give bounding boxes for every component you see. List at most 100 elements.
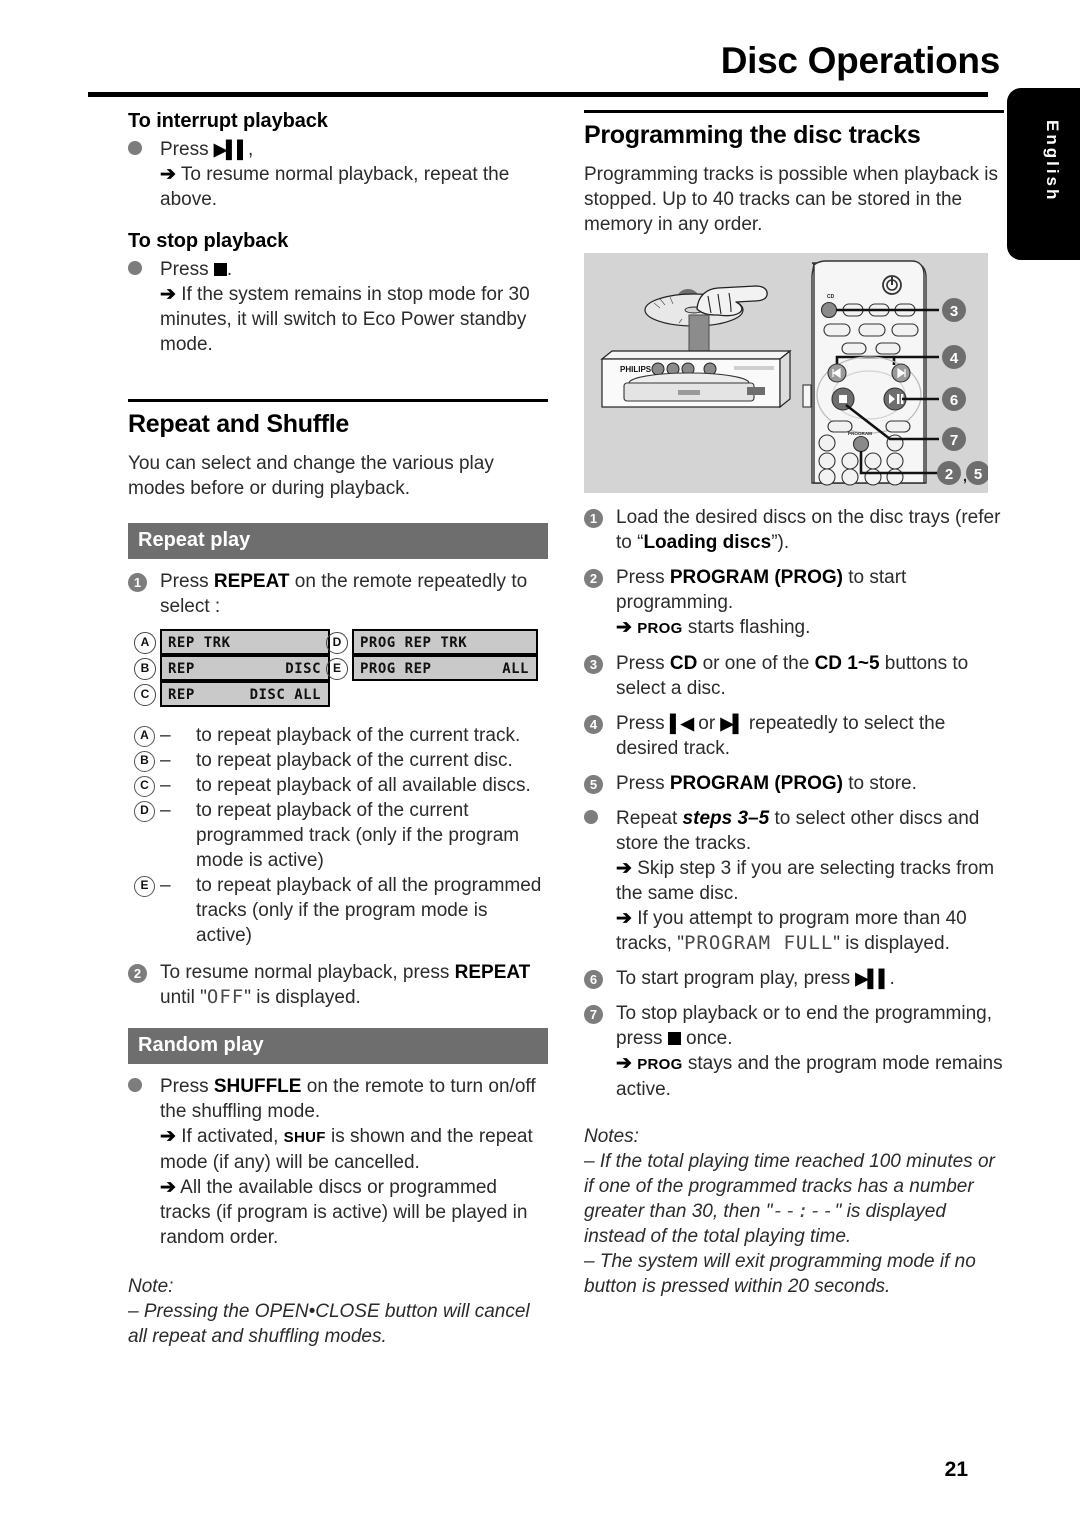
repeat-step2-mid: until " [160, 987, 207, 1008]
step6-post: . [889, 968, 895, 989]
stop-icon [667, 1032, 681, 1045]
display-box-e: PROG REP ALL [352, 655, 538, 681]
program-step-1: 1 Load the desired discs on the disc tra… [584, 505, 1004, 555]
desc-text-b: to repeat playback of the current disc. [196, 750, 513, 771]
display-e-left: PROG REP [360, 661, 432, 677]
step1-post: ”). [771, 532, 790, 553]
display-box-d: PROG REP TRK [352, 629, 538, 655]
arrow-icon: ➔ [616, 1053, 632, 1074]
left-column: To interrupt playback Press ▶▌▌, ➔ To re… [128, 110, 548, 1349]
program-button-name: PROGRAM (PROG) [669, 773, 843, 794]
header-divider [88, 92, 988, 97]
lcd-dashes-text: --:-- [772, 1200, 835, 1222]
repeat-desc-d: D – to repeat playback of the current pr… [128, 798, 548, 873]
programming-illustration: 1 PHILIPS [584, 253, 990, 493]
repeat-desc-e: E – to repeat playback of all the progra… [128, 873, 548, 948]
display-tag-b: B [134, 658, 156, 680]
step-number-icon: 1 [584, 509, 603, 528]
repeat-shuffle-heading: Repeat and Shuffle [128, 410, 350, 438]
lcd-program-full-text: PROGRAM FULL [683, 932, 834, 954]
display-examples: A REP TRK B REP DISC C REP DISC ALL D PR… [128, 629, 548, 709]
stop-press-label: Press [160, 259, 209, 280]
stop-press-suffix: . [226, 259, 233, 280]
display-box-b: REP DISC [160, 655, 330, 681]
step5-pre: Press [616, 773, 670, 794]
bullet-icon [128, 261, 142, 280]
random-play-bar: Random play [128, 1028, 548, 1064]
repeat-step2-pre: To resume normal playback, press [160, 962, 455, 983]
stop-step: Press . ➔ If the system remains in stop … [128, 257, 548, 357]
shuffle-pre: Press [160, 1076, 214, 1097]
svg-text:4: 4 [950, 350, 959, 367]
repeat-mode-descriptions: A – to repeat playback of the current tr… [128, 723, 548, 948]
svg-text:7: 7 [950, 432, 958, 449]
right-column: Programming the disc tracks Programming … [584, 110, 1004, 247]
dash-icon: – [160, 750, 171, 771]
cd-button-name: CD [669, 653, 698, 674]
stop-icon [213, 263, 227, 276]
play-pause-icon: ▶▌▌ [855, 969, 890, 988]
step2-arrow-post: starts flashing. [682, 617, 811, 638]
shuffle-note1-pre: If activated, [181, 1126, 284, 1147]
svg-text:6: 6 [950, 392, 958, 409]
display-tag-a: A [134, 632, 156, 654]
desc-text-e: to repeat playback of all the programmed… [196, 875, 542, 946]
programming-steps: 1 Load the desired discs on the disc tra… [584, 505, 1004, 1299]
display-tag-e: E [326, 658, 348, 680]
step-number-icon: 3 [584, 655, 603, 674]
step-number-icon: 2 [128, 964, 147, 983]
interrupt-step: Press ▶▌▌, ➔ To resume normal playback, … [128, 137, 548, 212]
svg-text:5: 5 [974, 466, 982, 483]
step4-mid: or [692, 713, 721, 734]
section-divider [128, 399, 548, 402]
repeat-step2-post: " is displayed. [244, 987, 361, 1008]
svg-text:3: 3 [950, 303, 958, 320]
display-a-left: REP TRK [168, 635, 231, 651]
desc-tag-b: B [134, 751, 155, 772]
program-step-3: 3 Press CD or one of the CD 1~5 buttons … [584, 651, 1004, 701]
arrow-icon: ➔ [160, 284, 176, 305]
cd-range-name: CD 1~5 [814, 653, 880, 674]
shuf-indicator-label: SHUF [283, 1129, 326, 1146]
interrupt-press-suffix: , [248, 139, 254, 160]
next-track-icon: ▶▌ [720, 714, 744, 733]
step-number-icon: 4 [584, 715, 603, 734]
step-number-icon: 5 [584, 775, 603, 794]
repeat-shuffle-intro: You can select and change the various pl… [128, 453, 494, 499]
repeat-bullet-arrow2-post: " is displayed. [833, 933, 950, 954]
programming-heading: Programming the disc tracks [584, 121, 921, 149]
repeat-button-name: REPEAT [213, 571, 290, 592]
desc-tag-e: E [134, 876, 155, 897]
interrupt-arrow-note: To resume normal playback, repeat the ab… [160, 164, 510, 210]
section-divider [584, 110, 1004, 113]
repeat-desc-a: A – to repeat playback of the current tr… [128, 723, 548, 748]
previous-track-icon: ▌◀ [669, 714, 694, 733]
repeat-desc-b: B – to repeat playback of the current di… [128, 748, 548, 773]
program-step-6: 6 To start program play, press ▶▌▌. [584, 966, 1004, 991]
arrow-icon: ➔ [616, 908, 632, 929]
bullet-icon [128, 141, 142, 160]
program-step-5: 5 Press PROGRAM (PROG) to store. [584, 771, 1004, 796]
desc-text-c: to repeat playback of all available disc… [196, 775, 531, 796]
arrow-icon: ➔ [160, 1177, 176, 1198]
language-tab: English [1007, 88, 1080, 260]
desc-tag-c: C [134, 776, 155, 797]
remote-control: CD PROGRAM [802, 260, 939, 486]
stop-heading: To stop playback [128, 230, 289, 252]
step3-mid: or one of the [697, 653, 815, 674]
program-button-name: PROGRAM (PROG) [669, 567, 843, 588]
step-number-icon: 7 [584, 1005, 603, 1024]
program-step-4: 4 Press ▌◀ or ▶▌ repeatedly to select th… [584, 711, 1004, 761]
loading-discs-ref: Loading discs [643, 532, 772, 553]
illustration-svg: 1 PHILIPS [600, 260, 990, 486]
arrow-icon: ➔ [160, 1126, 176, 1147]
manual-page: Disc Operations English To interrupt pla… [0, 0, 1080, 1529]
step-number-icon: 6 [584, 970, 603, 989]
svg-text:PROGRAM: PROGRAM [848, 431, 872, 436]
repeat-step-2: 2 To resume normal playback, press REPEA… [128, 960, 548, 1010]
left-note-text: – Pressing the OPEN•CLOSE button will ca… [128, 1301, 530, 1347]
display-b-left: REP [168, 661, 195, 677]
desc-text-d: to repeat playback of the current progra… [196, 800, 520, 871]
repeat-bullet-arrow1: Skip step 3 if you are selecting tracks … [616, 858, 995, 904]
shuffle-step: Press SHUFFLE on the remote to turn on/o… [128, 1074, 548, 1250]
